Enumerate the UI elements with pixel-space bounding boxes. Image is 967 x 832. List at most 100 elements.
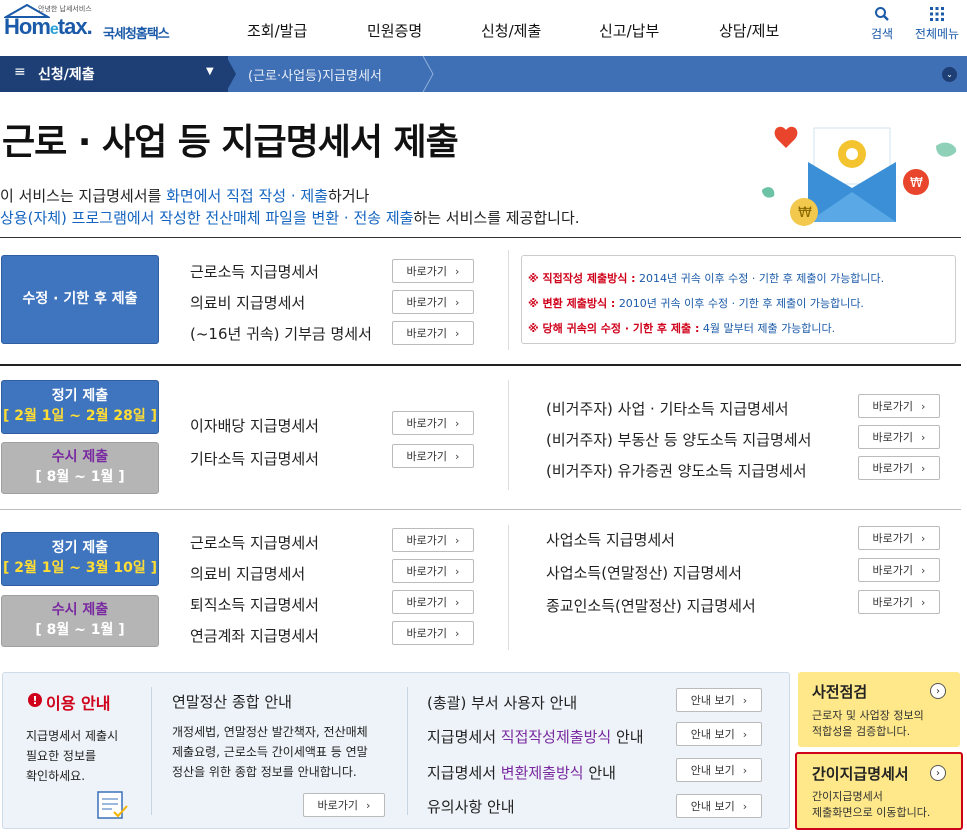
breadcrumb-menu[interactable]: 신청/제출 bbox=[38, 64, 95, 84]
all-menu-button[interactable]: 전체메뉴 bbox=[910, 6, 964, 42]
alert-icon: ! bbox=[28, 693, 42, 707]
goto-button[interactable]: 바로가기 › bbox=[858, 558, 940, 582]
guide-convert-method: 지급명세서 변환제출방식 안내 bbox=[427, 764, 616, 782]
box-amend-late: 수정 · 기한 후 제출 bbox=[1, 255, 159, 344]
chevron-right-icon: › bbox=[921, 399, 926, 413]
notice-box: ※ 직접작성 제출방식 : 2014년 귀속 이후 수정 · 기한 후 제출이 … bbox=[521, 255, 956, 344]
item-business-income: 사업소득 지급명세서 bbox=[546, 531, 675, 549]
chevron-right-icon: › bbox=[455, 416, 460, 430]
item-interest-dividend: 이자배당 지급명세서 bbox=[190, 417, 319, 435]
breadcrumb-divider-icon bbox=[422, 56, 434, 92]
box-regular-submit: 정기 제출 [ 2월 1일 ~ 3월 10일 ] bbox=[1, 532, 159, 586]
simple-statement-text: 간이지급명세서 제출화면으로 이동합니다. bbox=[812, 790, 931, 819]
goto-button[interactable]: 바로가기 › bbox=[392, 528, 474, 552]
intro-line-2: 상용(자체) 프로그램에서 작성한 전산매체 파일을 변환 · 전송 제출하는 … bbox=[0, 209, 580, 227]
chevron-right-icon: › bbox=[455, 595, 460, 609]
goto-button[interactable]: 바로가기 › bbox=[858, 590, 940, 614]
precheck-title: 사전점검 bbox=[812, 683, 868, 701]
guide-dept-user: (총괄) 부서 사용자 안내 bbox=[427, 694, 578, 712]
view-guide-button[interactable]: 안내 보기 › bbox=[676, 758, 762, 782]
chevron-right-icon: › bbox=[921, 461, 926, 475]
item-pension-account: 연금계좌 지급명세서 bbox=[190, 627, 319, 645]
view-guide-button[interactable]: 안내 보기 › bbox=[676, 722, 762, 746]
item-nonresident-securities: (비거주자) 유가증권 양도소득 지급명세서 bbox=[546, 462, 807, 480]
page-title: 근로 · 사업 등 지급명세서 제출 bbox=[2, 122, 459, 163]
box-occasional-submit: 수시 제출 [ 8월 ~ 1월 ] bbox=[1, 442, 159, 494]
goto-button[interactable]: 바로가기 › bbox=[858, 456, 940, 480]
item-donation: (~16년 귀속) 기부금 명세서 bbox=[190, 325, 372, 343]
hamburger-icon: ≡ bbox=[14, 64, 26, 80]
item-other-income: 기타소득 지급명세서 bbox=[190, 450, 319, 468]
item-earned-income: 근로소득 지급명세서 bbox=[190, 263, 319, 281]
chevron-right-icon: › bbox=[455, 449, 460, 463]
grid-menu-icon bbox=[930, 7, 944, 21]
caret-down-icon: ▼ bbox=[206, 66, 214, 77]
box-regular-submit: 정기 제출 [ 2월 1일 ~ 2월 28일 ] bbox=[1, 380, 159, 434]
goto-button[interactable]: 바로가기 › bbox=[392, 621, 474, 645]
gnb-consult[interactable]: 상담/제보 bbox=[719, 20, 779, 41]
goto-button[interactable]: 바로가기 › bbox=[392, 290, 474, 314]
chevron-right-icon: › bbox=[921, 595, 926, 609]
goto-button[interactable]: 바로가기 › bbox=[392, 590, 474, 614]
chevron-right-icon: › bbox=[921, 563, 926, 577]
goto-button[interactable]: 바로가기 › bbox=[392, 321, 474, 345]
precheck-text: 근로자 및 사업장 정보의 적합성을 검증합니다. bbox=[812, 709, 924, 738]
chevron-right-icon: › bbox=[742, 693, 748, 707]
chevron-right-icon[interactable]: › bbox=[930, 683, 946, 699]
simple-statement-title: 간이지급명세서 bbox=[812, 765, 909, 783]
chevron-right-icon: › bbox=[742, 799, 748, 813]
chevron-right-icon: › bbox=[455, 564, 460, 578]
chevron-right-icon: › bbox=[742, 727, 748, 741]
logo-subtitle: 국세청홈택스 bbox=[103, 27, 170, 42]
logo-tagline: 안녕한 납세서비스 bbox=[38, 5, 92, 13]
chevron-right-icon: › bbox=[455, 264, 460, 278]
chevron-right-icon: › bbox=[455, 533, 460, 547]
chevron-right-icon: › bbox=[455, 326, 460, 340]
expand-icon[interactable]: ⌄ bbox=[942, 67, 957, 82]
item-business-yearend: 사업소득(연말정산) 지급명세서 bbox=[546, 564, 742, 582]
chevron-right-icon[interactable]: › bbox=[930, 765, 946, 781]
search-button[interactable]: 검색 bbox=[864, 6, 900, 42]
gnb-inquiry[interactable]: 조회/발급 bbox=[247, 20, 307, 41]
document-check-icon bbox=[97, 791, 128, 819]
item-medical: 의료비 지급명세서 bbox=[190, 294, 306, 312]
hometax-logo[interactable]: Hometax. bbox=[4, 14, 93, 40]
svg-text:₩: ₩ bbox=[910, 176, 923, 191]
goto-button[interactable]: 바로가기 › bbox=[858, 425, 940, 449]
goto-button[interactable]: 바로가기 › bbox=[858, 394, 940, 418]
item-earned-income: 근로소득 지급명세서 bbox=[190, 534, 319, 552]
item-nonresident-realestate: (비거주자) 부동산 등 양도소득 지급명세서 bbox=[546, 431, 812, 449]
goto-button[interactable]: 바로가기 › bbox=[392, 411, 474, 435]
guide-direct-method: 지급명세서 직접작성제출방식 안내 bbox=[427, 728, 644, 746]
chevron-right-icon: › bbox=[921, 531, 926, 545]
gnb-apply[interactable]: 신청/제출 bbox=[481, 20, 541, 41]
chevron-right-icon: › bbox=[366, 798, 371, 812]
guide-cautions: 유의사항 안내 bbox=[427, 798, 515, 816]
usage-title: 이용 안내 bbox=[46, 694, 111, 713]
intro-line-1: 이 서비스는 지급명세서를 화면에서 직접 작성 · 제출하거나 bbox=[0, 187, 370, 205]
item-nonresident-business: (비거주자) 사업 · 기타소득 지급명세서 bbox=[546, 400, 789, 418]
goto-button[interactable]: 바로가기 › bbox=[303, 793, 385, 817]
item-medical: 의료비 지급명세서 bbox=[190, 565, 306, 583]
envelope-illustration-icon: ₩ ₩ bbox=[762, 126, 957, 226]
item-retirement: 퇴직소득 지급명세서 bbox=[190, 596, 319, 614]
view-guide-button[interactable]: 안내 보기 › bbox=[676, 794, 762, 818]
yearend-title: 연말정산 종합 안내 bbox=[172, 693, 292, 711]
box-occasional-submit: 수시 제출 [ 8월 ~ 1월 ] bbox=[1, 595, 159, 647]
chevron-right-icon: › bbox=[921, 430, 926, 444]
yearend-text: 개정세법, 연말정산 발간책자, 전산매체 제출요령, 근로소득 간이세액표 등 … bbox=[172, 725, 368, 779]
breadcrumb-arrow-icon bbox=[226, 56, 236, 92]
goto-button[interactable]: 바로가기 › bbox=[392, 444, 474, 468]
breadcrumb-current[interactable]: (근로·사업등)지급명세서 bbox=[248, 65, 382, 84]
view-guide-button[interactable]: 안내 보기 › bbox=[676, 688, 762, 712]
menu-dropdown[interactable] bbox=[0, 56, 228, 92]
usage-text: 지급명세서 제출시 필요한 정보를 확인하세요. bbox=[26, 729, 119, 783]
gnb-certificate[interactable]: 민원증명 bbox=[367, 20, 422, 41]
item-religious-yearend: 종교인소득(연말정산) 지급명세서 bbox=[546, 597, 756, 615]
goto-button[interactable]: 바로가기 › bbox=[392, 259, 474, 283]
chevron-right-icon: › bbox=[742, 763, 748, 777]
goto-button[interactable]: 바로가기 › bbox=[392, 559, 474, 583]
goto-button[interactable]: 바로가기 › bbox=[858, 526, 940, 550]
gnb-report[interactable]: 신고/납부 bbox=[599, 20, 659, 41]
chevron-right-icon: › bbox=[455, 626, 460, 640]
